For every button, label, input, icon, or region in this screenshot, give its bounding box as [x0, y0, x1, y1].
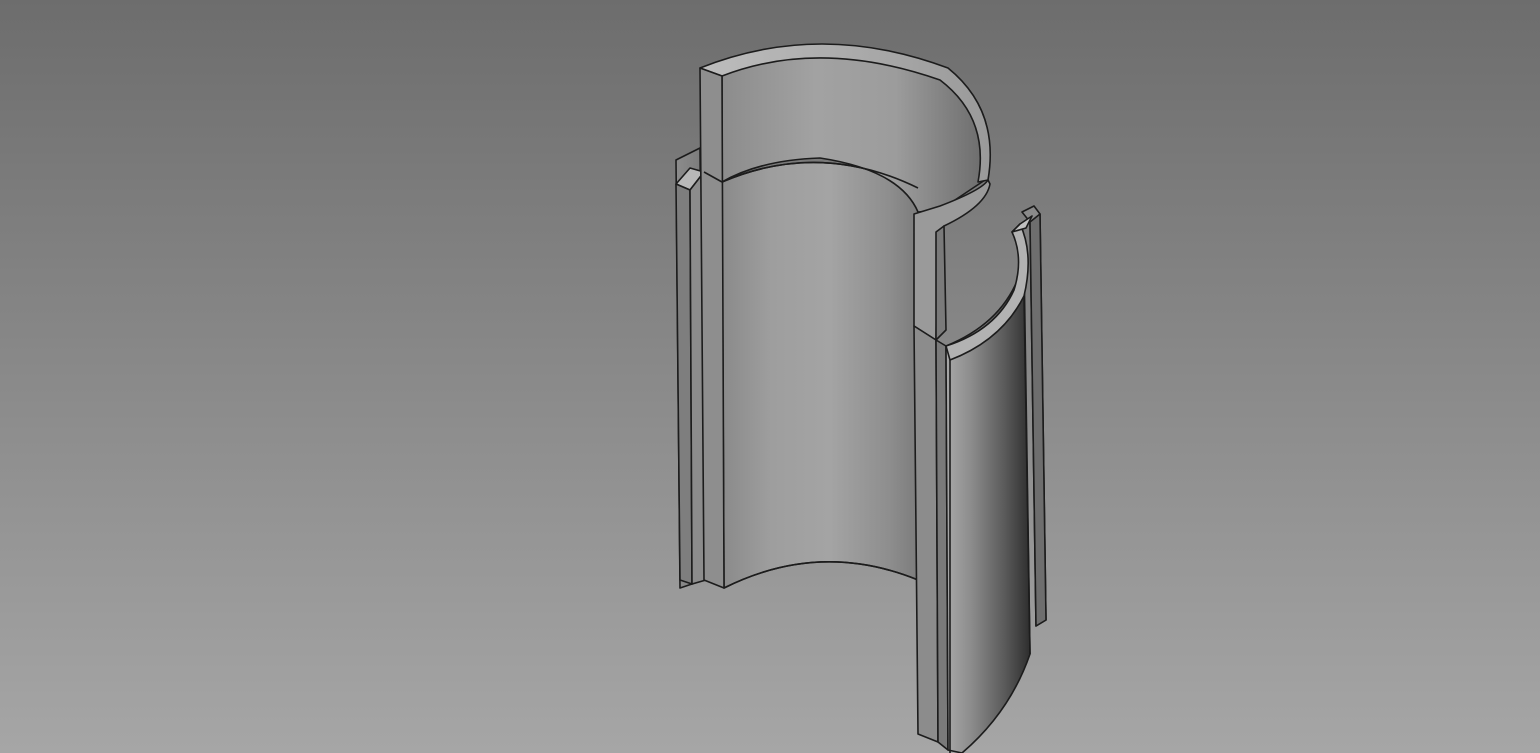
- cad-part-assembly[interactable]: [675, 43, 1047, 753]
- 3d-viewport[interactable]: [0, 0, 1540, 753]
- model-canvas[interactable]: [0, 0, 1540, 753]
